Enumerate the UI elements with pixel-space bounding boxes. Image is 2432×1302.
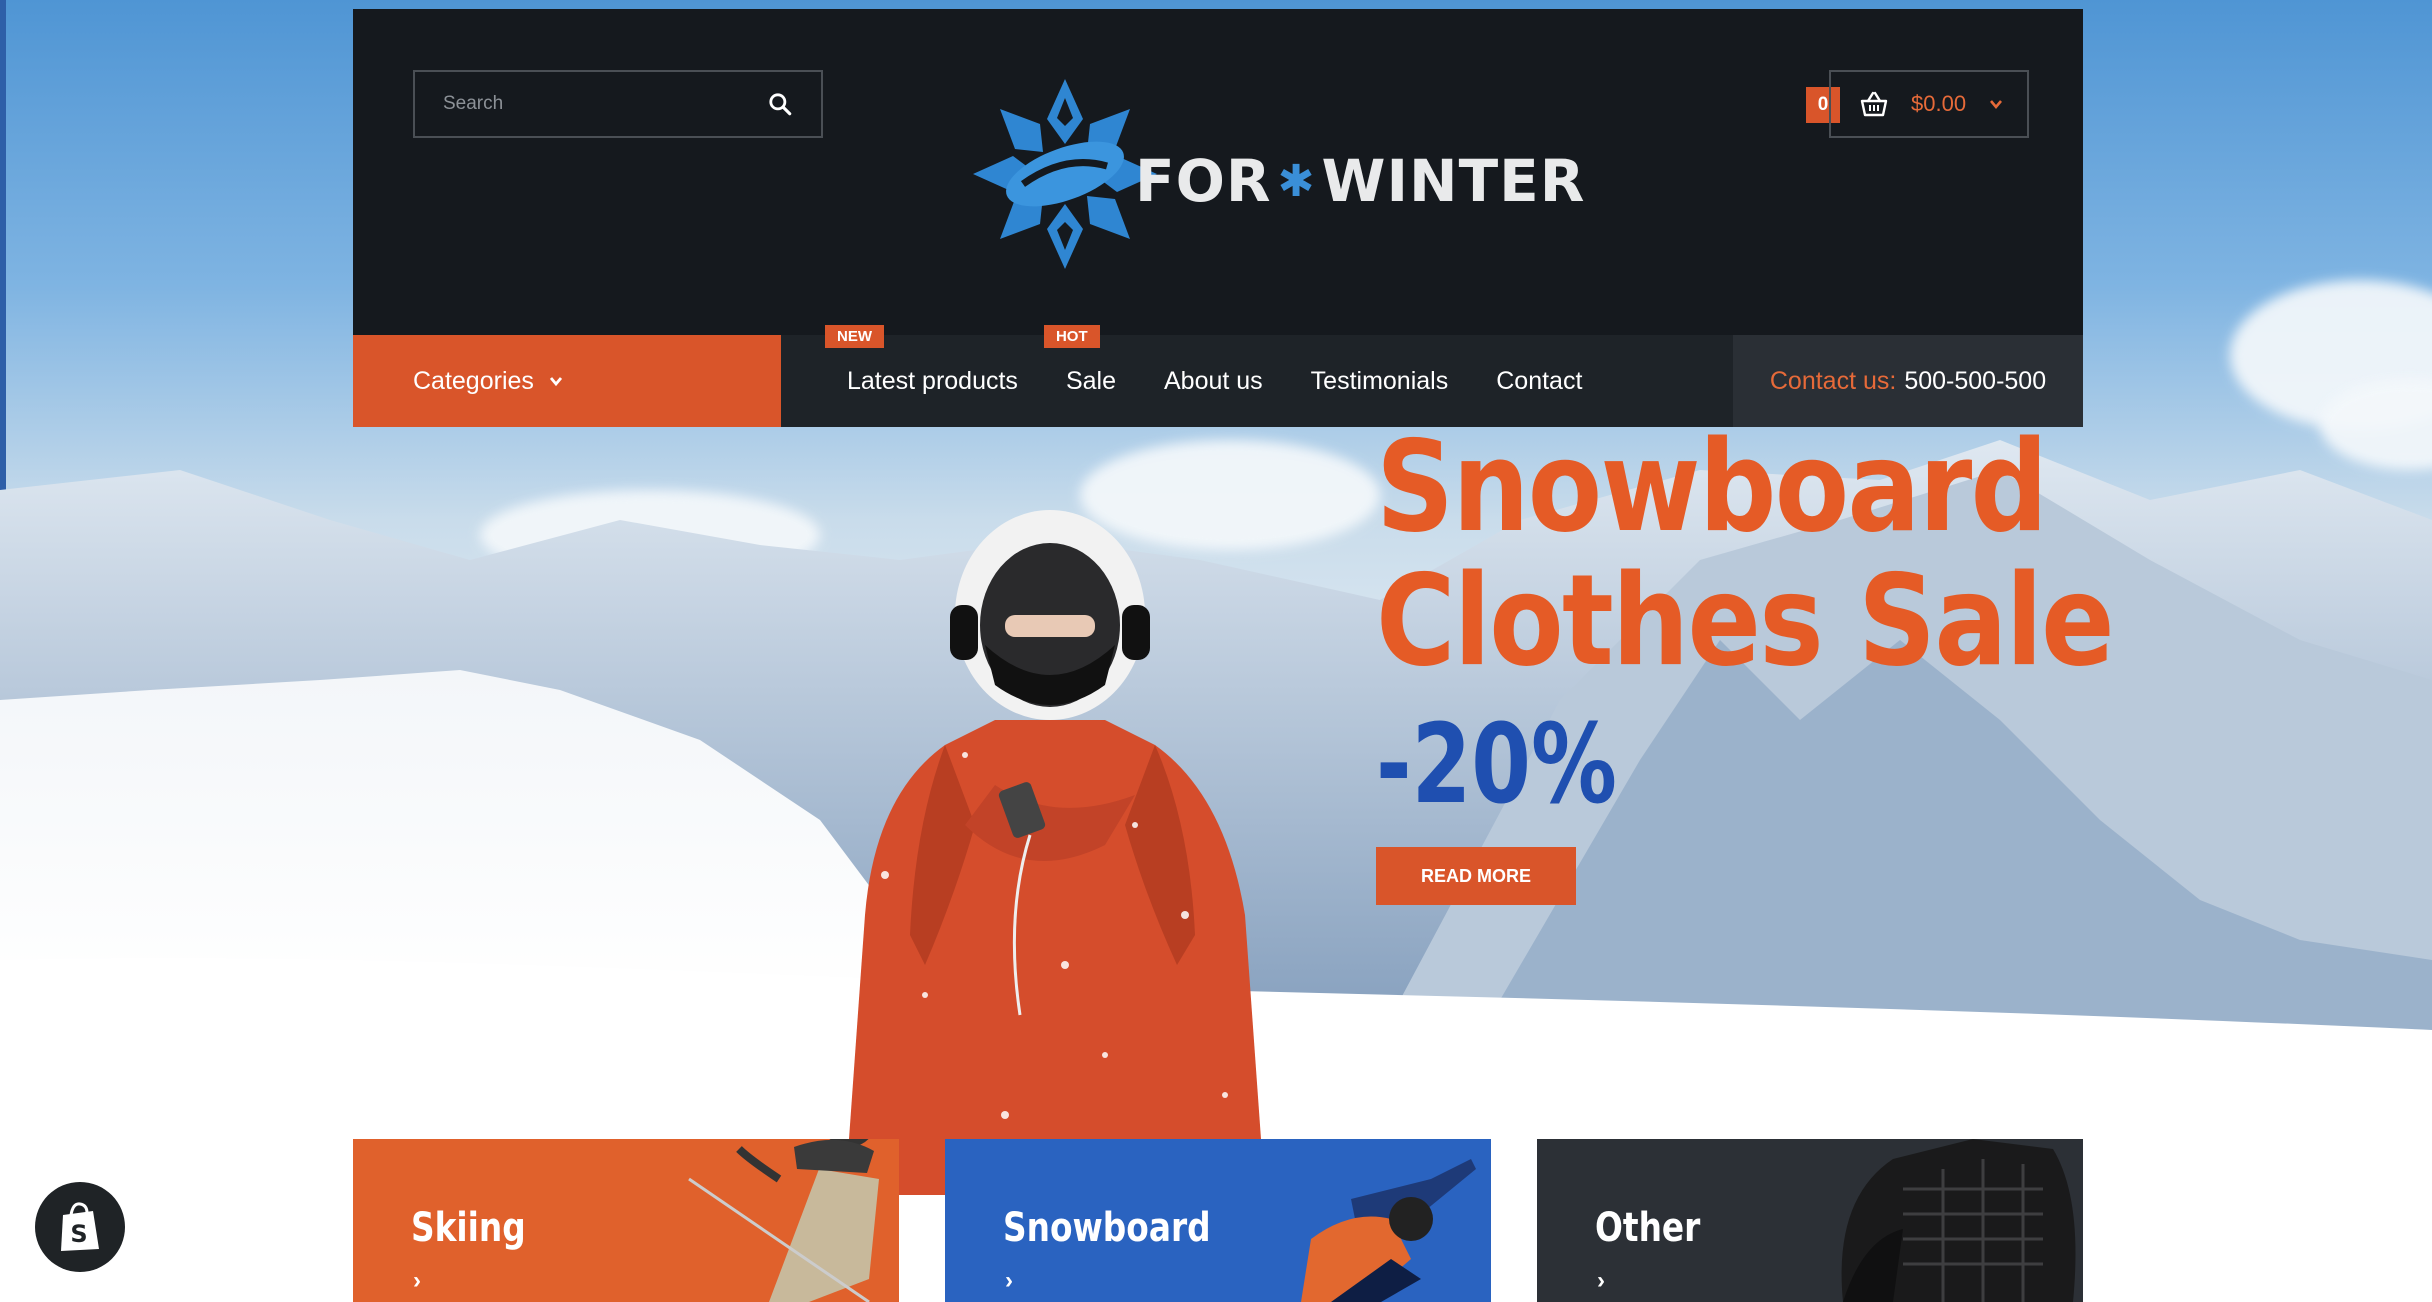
chevron-down-icon (549, 377, 562, 387)
categories-dropdown[interactable]: Categories (353, 335, 781, 427)
hero-title-line1: Snowboard (1376, 413, 2048, 560)
site-header: FOR ✱ WINTER 0 $0.00 Categories NEW (353, 9, 2083, 427)
tile-snowboard[interactable]: Snowboard › (945, 1139, 1491, 1302)
cart-total: $0.00 (1911, 91, 1967, 116)
nav-item-label: Sale (1065, 366, 1116, 395)
search-input[interactable] (443, 93, 767, 115)
body-armor-photo (1841, 1139, 2076, 1302)
svg-text:S: S (70, 1220, 87, 1248)
cart-button[interactable]: $0.00 (1829, 70, 2029, 138)
tile-label: Skiing (411, 1205, 526, 1251)
search-box[interactable] (413, 70, 823, 138)
nav-item-testimonials[interactable]: Testimonials (1311, 367, 1449, 396)
nav-item-contact[interactable]: Contact (1496, 367, 1582, 396)
contact-number: 500-500-500 (1904, 366, 2047, 395)
nav-item-label: About us (1163, 366, 1263, 395)
logo-text-winter: WINTER (1321, 147, 1586, 215)
chevron-right-icon: › (1597, 1267, 1605, 1294)
snowboarder-photo (845, 510, 1265, 1195)
search-icon[interactable] (767, 91, 793, 117)
logo-text-for: FOR (1135, 147, 1272, 215)
hot-badge: HOT (1043, 324, 1100, 348)
shopify-badge[interactable]: S (35, 1182, 125, 1272)
tile-label: Other (1595, 1205, 1701, 1251)
logo-wordmark: FOR ✱ WINTER (1135, 147, 1585, 215)
chevron-right-icon: › (1005, 1267, 1013, 1294)
read-more-button[interactable]: READ MORE (1376, 847, 1576, 905)
shopify-icon: S (61, 1202, 99, 1251)
hero-discount: -20% (1376, 700, 1617, 828)
tile-skiing[interactable]: Skiing › (353, 1139, 899, 1302)
site-logo[interactable]: FOR ✱ WINTER (965, 69, 1584, 279)
tile-label: Snowboard (1003, 1205, 1211, 1251)
nav-item-sale[interactable]: HOT Sale (1043, 324, 1116, 396)
hero-title-line2: Clothes Sale (1376, 547, 2115, 694)
categories-label: Categories (413, 366, 534, 395)
nav-item-label: Latest products (847, 366, 1018, 395)
tile-other[interactable]: Other › (1537, 1139, 2083, 1302)
chevron-right-icon: › (413, 1267, 421, 1294)
chevron-down-icon (1990, 100, 2003, 110)
nav-item-label: Contact (1496, 366, 1583, 395)
skier-photo (688, 1139, 879, 1302)
nav-item-latest-products[interactable]: NEW Latest products (825, 324, 1018, 396)
basket-icon (1860, 91, 1888, 117)
new-badge: NEW (825, 324, 884, 348)
nav-item-about-us[interactable]: About us (1164, 367, 1263, 396)
contact-label: Contact us: (1769, 366, 1897, 395)
logo-star-icon: ✱ (1277, 155, 1316, 207)
hero-title: Snowboard Clothes Sale (1376, 413, 2115, 694)
nav-item-label: Testimonials (1310, 366, 1449, 395)
